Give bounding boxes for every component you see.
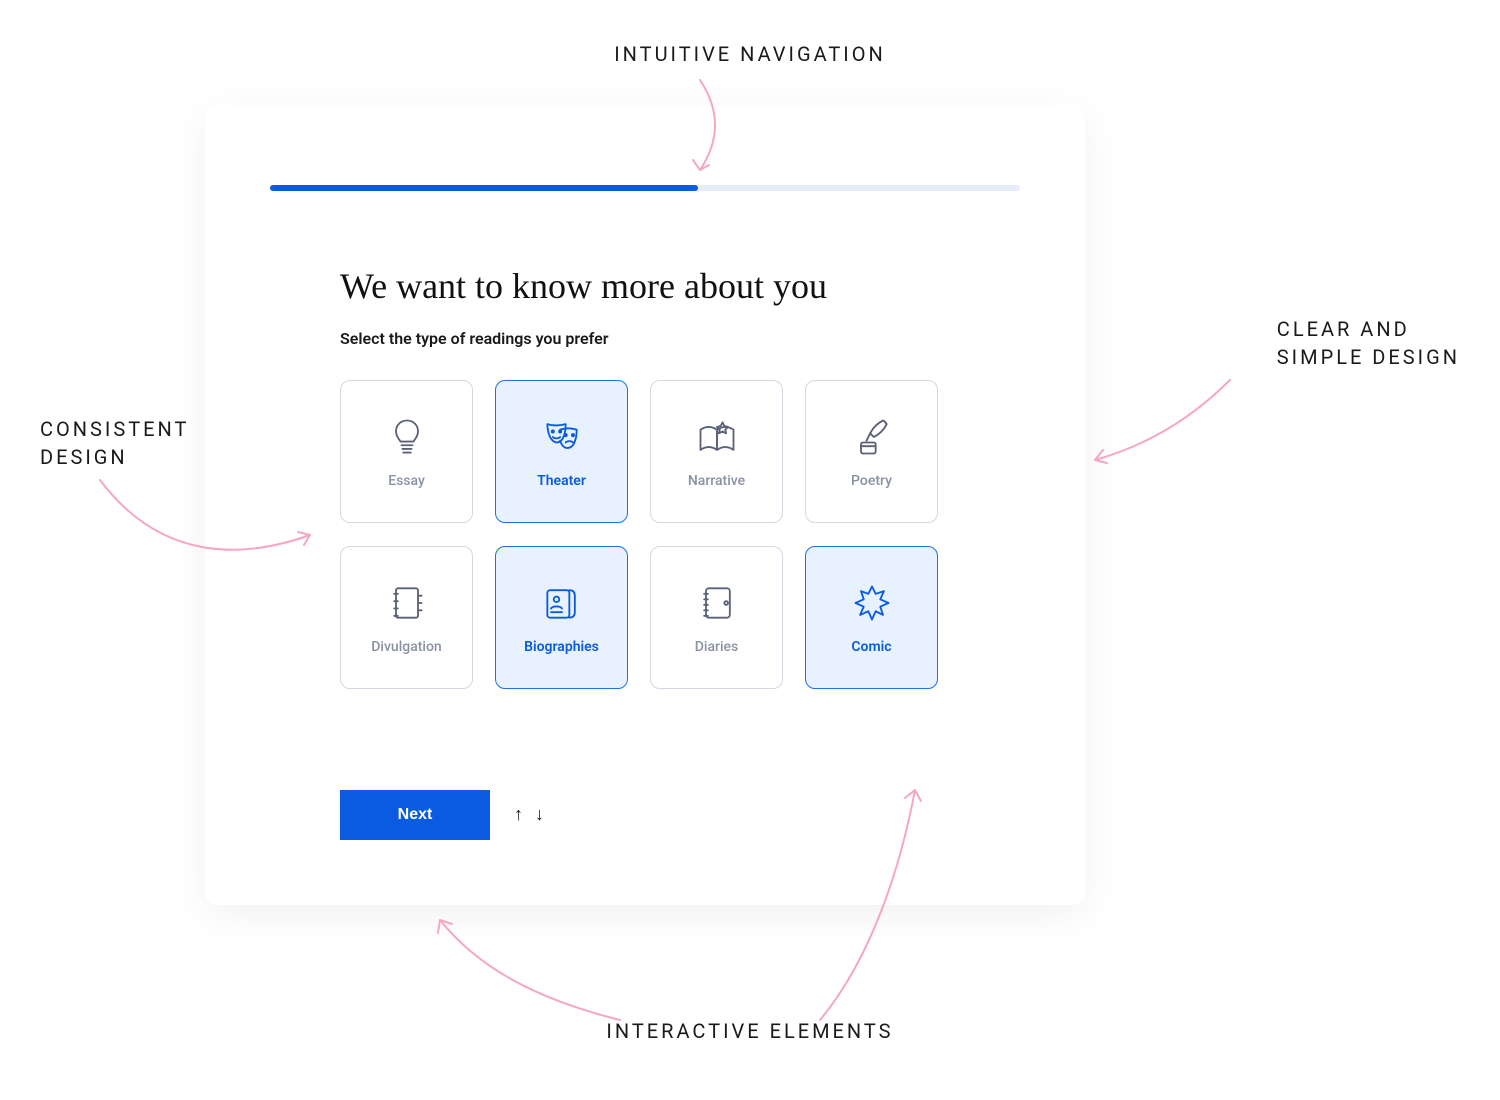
- option-biographies[interactable]: Biographies: [495, 546, 628, 689]
- id-card-icon: [540, 581, 584, 625]
- annotation-right-l2: SIMPLE DESIGN: [1277, 345, 1460, 369]
- next-button[interactable]: Next: [340, 790, 490, 840]
- keyboard-nav-hints: ↑ ↓: [514, 806, 544, 824]
- onboarding-card: We want to know more about you Select th…: [205, 105, 1085, 905]
- page-title: We want to know more about you: [340, 265, 985, 307]
- page-subtitle: Select the type of readings you prefer: [340, 329, 985, 348]
- option-label: Diaries: [695, 639, 738, 655]
- option-poetry[interactable]: Poetry: [805, 380, 938, 523]
- option-diaries[interactable]: Diaries: [650, 546, 783, 689]
- option-label: Theater: [537, 473, 586, 489]
- progress-bar: [270, 185, 1020, 191]
- option-label: Poetry: [851, 473, 892, 489]
- quill-ink-icon: [850, 415, 894, 459]
- annotation-top: INTUITIVE NAVIGATION: [0, 40, 1500, 68]
- theater-masks-icon: [540, 415, 584, 459]
- notebook-icon: [385, 581, 429, 625]
- annotation-left: CONSISTENT DESIGN: [40, 415, 189, 471]
- arrow-down-icon[interactable]: ↓: [535, 806, 544, 824]
- option-label: Comic: [851, 639, 891, 655]
- option-label: Narrative: [688, 473, 745, 489]
- journal-icon: [695, 581, 739, 625]
- annotation-right: CLEAR AND SIMPLE DESIGN: [1277, 315, 1460, 371]
- option-essay[interactable]: Essay: [340, 380, 473, 523]
- option-narrative[interactable]: Narrative: [650, 380, 783, 523]
- option-theater[interactable]: Theater: [495, 380, 628, 523]
- annotation-left-l1: CONSISTENT: [40, 417, 189, 441]
- annotation-left-l2: DESIGN: [40, 445, 128, 469]
- option-label: Essay: [388, 473, 425, 489]
- option-label: Biographies: [524, 639, 599, 655]
- comic-burst-icon: [850, 581, 894, 625]
- progress-fill: [270, 185, 698, 191]
- options-grid: Essay Theater: [340, 380, 938, 689]
- annotation-right-l1: CLEAR AND: [1277, 317, 1410, 341]
- next-row: Next ↑ ↓: [340, 790, 544, 840]
- arrow-up-icon[interactable]: ↑: [514, 806, 523, 824]
- option-divulgation[interactable]: Divulgation: [340, 546, 473, 689]
- open-book-icon: [695, 415, 739, 459]
- lightbulb-icon: [385, 415, 429, 459]
- option-label: Divulgation: [371, 639, 441, 655]
- heading-block: We want to know more about you Select th…: [340, 265, 985, 348]
- option-comic[interactable]: Comic: [805, 546, 938, 689]
- annotation-bottom: INTERACTIVE ELEMENTS: [0, 1017, 1500, 1045]
